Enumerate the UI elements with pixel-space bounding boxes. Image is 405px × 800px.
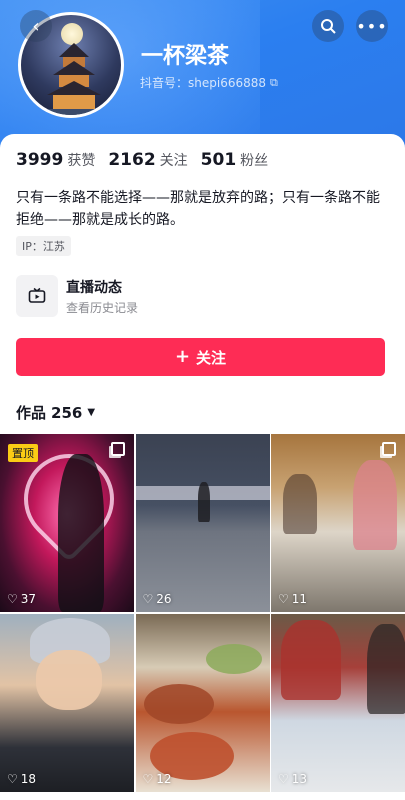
follow-button[interactable]: + 关注 bbox=[16, 338, 385, 376]
more-button[interactable]: ••• bbox=[356, 10, 388, 42]
multi-image-icon bbox=[382, 442, 396, 456]
stat-followers[interactable]: 501 粉丝 bbox=[201, 150, 269, 170]
profile-nickname: 一杯梁茶 bbox=[141, 44, 230, 69]
person-figure bbox=[367, 623, 405, 714]
more-dots-icon: ••• bbox=[356, 16, 388, 36]
heart-outline-icon: ♡ bbox=[142, 771, 154, 786]
likes-count: 11 bbox=[291, 592, 308, 606]
works-count: 256 bbox=[51, 403, 83, 422]
profile-card: 3999 获赞 2162 关注 501 粉丝 只有一条路不能选择——那就是放弃的… bbox=[0, 134, 405, 800]
video-tile[interactable]: 置顶 ♡ 37 bbox=[0, 434, 134, 612]
multi-image-icon bbox=[111, 442, 125, 456]
works-label: 作品 bbox=[16, 404, 47, 422]
likes-count: 12 bbox=[156, 771, 172, 786]
heart-outline-icon: ♡ bbox=[7, 771, 18, 786]
account-id-text: 抖音号：shepi666888 bbox=[140, 76, 267, 90]
caret-down-icon: ▼ bbox=[87, 407, 96, 418]
stats-row: 3999 获赞 2162 关注 501 粉丝 bbox=[16, 150, 268, 170]
stat-followers-value: 501 bbox=[200, 150, 237, 170]
ip-location-tag: IP：江苏 bbox=[16, 236, 71, 256]
video-tile[interactable]: ♡ 11 bbox=[271, 434, 405, 612]
stat-likes-value: 3999 bbox=[16, 150, 64, 170]
video-tile[interactable]: ♡ 13 bbox=[271, 613, 405, 792]
heart-outline-icon: ♡ bbox=[142, 592, 154, 606]
stat-followers-label: 粉丝 bbox=[240, 153, 269, 169]
tile-likes: ♡ 18 bbox=[7, 772, 36, 786]
back-button[interactable]: ‹ bbox=[20, 10, 52, 42]
plus-icon: + bbox=[174, 346, 191, 367]
face-shape bbox=[36, 649, 102, 710]
stat-likes[interactable]: 3999 获赞 bbox=[16, 150, 95, 170]
person-figure bbox=[353, 460, 397, 550]
tv-icon bbox=[16, 275, 58, 317]
person-figure bbox=[281, 619, 341, 700]
likes-count: 26 bbox=[156, 592, 172, 606]
likes-count: 18 bbox=[20, 771, 37, 786]
person-figure bbox=[58, 454, 104, 612]
heart-outline-icon: ♡ bbox=[278, 592, 289, 606]
search-button[interactable] bbox=[312, 10, 344, 42]
tile-likes: ♡ 26 bbox=[143, 592, 172, 606]
account-id[interactable]: 抖音号：shepi666888 ⧉ bbox=[140, 74, 278, 91]
stat-following[interactable]: 2162 关注 bbox=[108, 150, 187, 170]
tile-likes: ♡ 12 bbox=[143, 772, 172, 786]
heart-outline-icon: ♡ bbox=[7, 592, 18, 606]
tile-likes: ♡ 37 bbox=[7, 592, 36, 606]
tile-likes: ♡ 11 bbox=[278, 592, 307, 606]
likes-count: 37 bbox=[20, 592, 37, 606]
live-subtitle: 查看历史记录 bbox=[66, 300, 139, 315]
copy-icon[interactable]: ⧉ bbox=[270, 76, 278, 90]
video-tile[interactable]: ♡ 26 bbox=[135, 434, 270, 612]
live-history-entry[interactable]: 直播动态 查看历史记录 bbox=[16, 274, 389, 318]
stat-following-value: 2162 bbox=[108, 150, 156, 170]
stat-likes-label: 获赞 bbox=[67, 153, 96, 169]
works-tab[interactable]: 作品 256 ▼ bbox=[16, 402, 95, 423]
plate-shape bbox=[205, 643, 262, 674]
pinned-badge: 置顶 bbox=[8, 444, 38, 462]
person-figure bbox=[197, 482, 210, 522]
video-grid: 置顶 ♡ 37 ♡ 26 ♡ 11 ♡ 18 ♡ 12 ♡ 13 bbox=[0, 434, 405, 792]
plate-shape bbox=[143, 683, 214, 724]
profile-bio: 只有一条路不能选择——那就是放弃的路；只有一条路不能拒绝——那就是成长的路。 bbox=[16, 190, 380, 228]
stat-following-label: 关注 bbox=[159, 153, 188, 169]
video-tile[interactable]: ♡ 12 bbox=[135, 613, 270, 792]
person-figure bbox=[283, 474, 317, 534]
tile-likes: ♡ 13 bbox=[278, 772, 307, 786]
heart-outline-icon: ♡ bbox=[278, 771, 289, 786]
video-tile[interactable]: ♡ 18 bbox=[0, 613, 134, 792]
chevron-left-icon: ‹ bbox=[32, 15, 40, 37]
follow-label: 关注 bbox=[196, 348, 227, 367]
live-title: 直播动态 bbox=[66, 279, 122, 296]
search-icon bbox=[321, 19, 336, 34]
likes-count: 13 bbox=[291, 771, 308, 786]
